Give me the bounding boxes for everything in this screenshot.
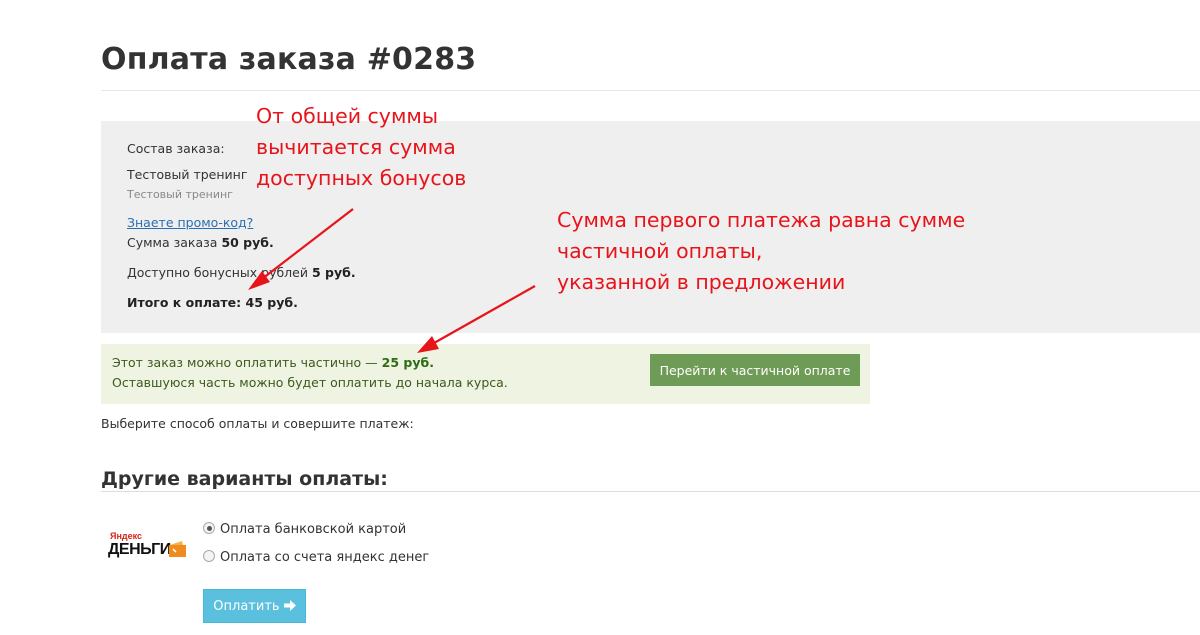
partial-payment-panel: Этот заказ можно оплатить частично — 25 …	[101, 344, 870, 404]
annotation-bonus-note: От общей суммы вычитается сумма доступны…	[256, 101, 466, 194]
partial-payment-prefix: Этот заказ можно оплатить частично —	[112, 355, 378, 370]
radio-yandex-wallet[interactable]	[203, 550, 215, 562]
order-composition-label: Состав заказа:	[127, 141, 225, 156]
yandex-money-logo-top: Яндекс	[110, 531, 143, 541]
bonus-value: 5 руб.	[311, 265, 356, 280]
arrow-right-icon	[283, 599, 296, 611]
payment-option-bank-card[interactable]: Оплата банковской картой	[203, 522, 406, 537]
bonus-label: Доступно бонусных рублей	[127, 265, 308, 280]
partial-payment-text: Этот заказ можно оплатить частично — 25 …	[112, 355, 434, 370]
annotation-bonus-line: вычитается сумма	[256, 135, 456, 159]
bonus-row: Доступно бонусных рублей 5 руб.	[127, 265, 356, 280]
partial-payment-amount: 25 руб.	[381, 355, 434, 370]
partial-payment-button[interactable]: Перейти к частичной оплате	[650, 354, 860, 386]
wallet-icon	[169, 541, 186, 557]
annotation-partial-note: Сумма первого платежа равна сумме частич…	[557, 205, 965, 298]
total-row: Итого к оплате: 45 руб.	[127, 295, 298, 310]
payment-option-bank-card-label: Оплата банковской картой	[220, 522, 407, 537]
other-payment-divider	[101, 491, 1200, 492]
annotation-bonus-line: От общей суммы	[256, 104, 439, 128]
order-sum-row: Сумма заказа 50 руб.	[127, 235, 274, 250]
pay-button[interactable]: Оплатить	[203, 589, 306, 623]
promo-code-link[interactable]: Знаете промо-код?	[127, 215, 253, 230]
total-value: 45 руб.	[245, 295, 298, 310]
order-sum-value: 50 руб.	[221, 235, 274, 250]
other-payment-title: Другие варианты оплаты:	[101, 468, 388, 490]
total-label: Итого к оплате:	[127, 295, 242, 310]
page-title: Оплата заказа #0283	[101, 42, 477, 77]
payment-instruction: Выберите способ оплаты и совершите плате…	[101, 416, 414, 431]
annotation-partial-line: частичной оплаты,	[557, 239, 763, 263]
radio-bank-card[interactable]	[203, 522, 215, 534]
order-item-subtitle: Тестовый тренинг	[127, 188, 233, 201]
annotation-partial-line: Сумма первого платежа равна сумме	[557, 208, 966, 232]
annotation-partial-line: указанной в предложении	[557, 270, 846, 294]
payment-option-yandex-wallet[interactable]: Оплата со счета яндекс денег	[203, 550, 429, 565]
title-divider	[101, 90, 1200, 91]
payment-option-yandex-wallet-label: Оплата со счета яндекс денег	[220, 550, 430, 565]
order-sum-label: Сумма заказа	[127, 235, 218, 250]
partial-payment-note: Оставшуюся часть можно будет оплатить до…	[112, 375, 508, 390]
annotation-bonus-line: доступных бонусов	[256, 166, 467, 190]
yandex-money-logo: Яндекс ДЕНЬГИ	[108, 531, 190, 567]
pay-button-label: Оплатить	[213, 598, 280, 614]
order-item-title: Тестовый тренинг	[127, 167, 248, 182]
yandex-money-logo-bottom: ДЕНЬГИ	[108, 541, 171, 558]
